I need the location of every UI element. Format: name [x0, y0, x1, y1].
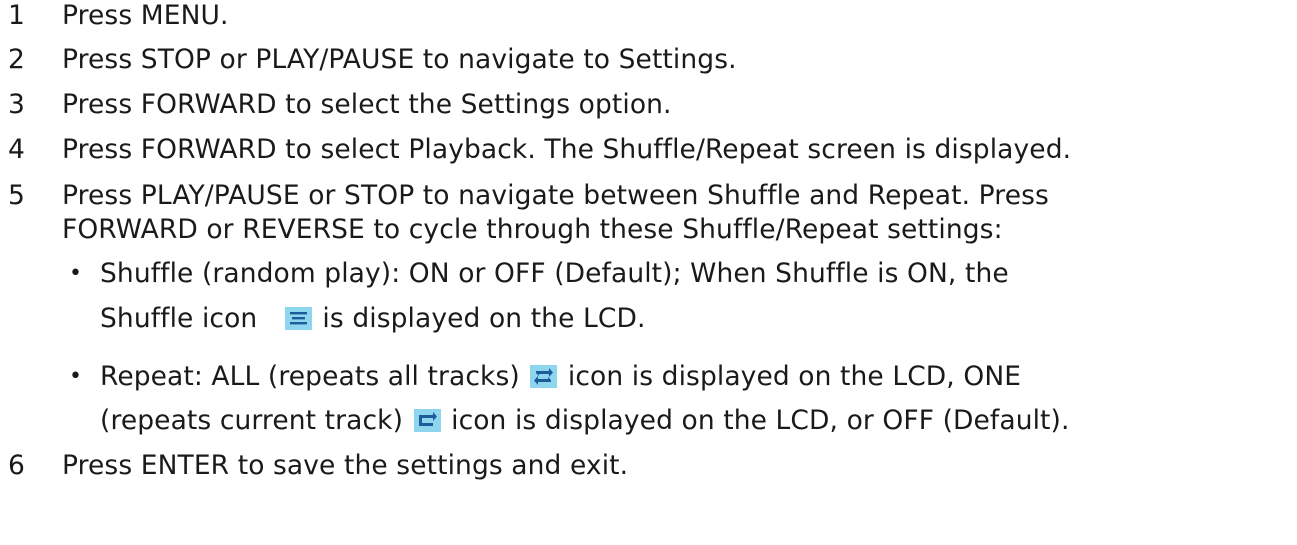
bullet-text-before-icon: (repeats current track) [100, 405, 404, 436]
step-text: Press FORWARD to select the Settings opt… [62, 89, 672, 120]
bullet-text-before-icon: Shuffle icon [100, 303, 258, 334]
step-text: Press FORWARD to select Playback. The Sh… [62, 134, 1072, 165]
bullet-text-line-1: Repeat: ALL (repeats all tracks) icon is… [100, 361, 1021, 393]
instruction-document: 1 Press MENU. 2 Press STOP or PLAY/PAUSE… [0, 0, 1297, 545]
step-number: 1 [8, 0, 25, 31]
bullet-text-line-2: (repeats current track) icon is displaye… [100, 405, 1070, 437]
bullet-text-line-2: Shuffle icon is displayed on the LCD. [100, 303, 646, 335]
step-text-line-1: Press PLAY/PAUSE or STOP to navigate bet… [62, 180, 1049, 211]
step-number: 2 [8, 44, 25, 75]
step-text: Press MENU. [62, 0, 229, 31]
step-text-line-2: FORWARD or REVERSE to cycle through thes… [62, 214, 1003, 245]
bullet-text-after-icon: icon is displayed on the LCD, or OFF (De… [451, 405, 1070, 436]
step-number: 4 [8, 134, 25, 165]
step-number: 5 [8, 180, 25, 211]
step-text: Press ENTER to save the settings and exi… [62, 450, 629, 481]
bullet-marker: • [69, 364, 83, 389]
repeat-one-icon [413, 409, 441, 432]
bullet-marker: • [69, 261, 83, 286]
bullet-text-after-icon: icon is displayed on the LCD, ONE [567, 361, 1022, 392]
step-text: Press STOP or PLAY/PAUSE to navigate to … [62, 44, 737, 75]
shuffle-icon [284, 307, 312, 330]
step-number: 3 [8, 89, 25, 120]
bullet-text-after-icon: is displayed on the LCD. [322, 303, 646, 334]
bullet-text-before-icon: Repeat: ALL (repeats all tracks) [100, 361, 520, 392]
step-number: 6 [8, 450, 25, 481]
repeat-all-icon [530, 365, 558, 388]
bullet-text-line-1: Shuffle (random play): ON or OFF (Defaul… [100, 258, 1009, 289]
